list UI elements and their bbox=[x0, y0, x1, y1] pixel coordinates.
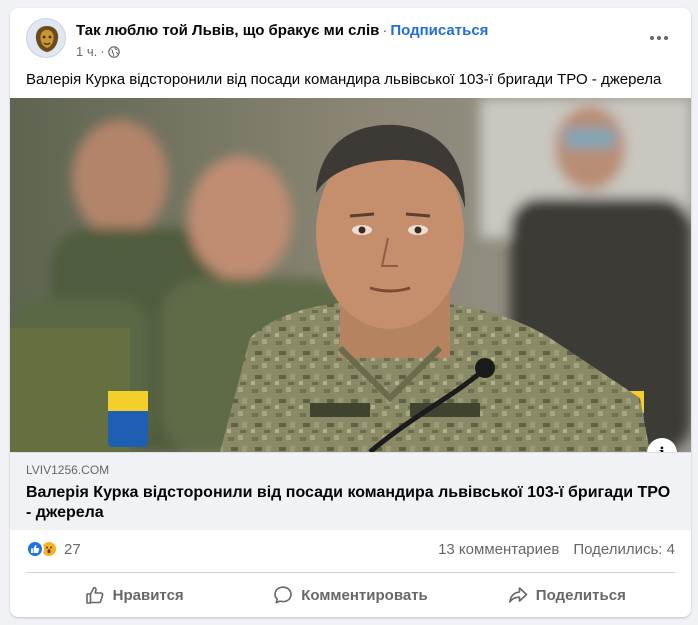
comment-button[interactable]: Комментировать bbox=[242, 577, 458, 613]
like-label: Нравится bbox=[112, 586, 184, 604]
reactions-count: 27 bbox=[64, 540, 81, 558]
more-options-button[interactable] bbox=[645, 24, 673, 52]
comment-bubble-icon bbox=[273, 585, 293, 605]
page-avatar[interactable] bbox=[26, 18, 66, 58]
separator-dot: · bbox=[382, 22, 388, 39]
follow-button[interactable]: Подписаться bbox=[390, 22, 488, 39]
post-timestamp[interactable]: 1 ч. bbox=[76, 44, 97, 59]
more-dots-icon bbox=[650, 36, 668, 40]
military-officer-photo bbox=[10, 98, 691, 452]
actions-divider bbox=[26, 572, 675, 573]
share-arrow-icon bbox=[508, 585, 528, 605]
lion-emblem-icon bbox=[27, 19, 65, 57]
post-actions: Нравится Комментировать Поделиться bbox=[26, 577, 675, 613]
post-header-title: Так люблю той Львів, що бракує ми слів · П… bbox=[76, 22, 488, 39]
info-icon: i bbox=[659, 444, 665, 452]
shares-count-link[interactable]: Поделились: 4 bbox=[573, 541, 675, 558]
like-reaction-icon bbox=[26, 540, 44, 558]
comments-count-link[interactable]: 13 комментариев bbox=[438, 541, 559, 558]
link-preview[interactable]: LVIV1256.COM Валерія Курка відсторонили … bbox=[10, 452, 691, 530]
link-preview-image[interactable]: i bbox=[10, 98, 691, 452]
post-text: Валерія Курка відсторонили від посади ко… bbox=[26, 71, 662, 88]
share-button[interactable]: Поделиться bbox=[459, 577, 675, 613]
engagement-counts: 13 комментариев Поделились: 4 bbox=[438, 541, 675, 558]
page-name-link[interactable]: Так люблю той Львів, що бракує ми слів bbox=[76, 22, 379, 39]
post-meta: 1 ч. · bbox=[76, 44, 120, 59]
post-stats: 27 13 комментариев Поделились: 4 bbox=[26, 540, 675, 564]
post-header: Так люблю той Львів, що бракує ми слів · П… bbox=[26, 18, 677, 62]
share-label: Поделиться bbox=[535, 586, 626, 604]
link-title: Валерія Курка відсторонили від посади ко… bbox=[26, 484, 671, 521]
like-button[interactable]: Нравится bbox=[26, 577, 242, 613]
thumbs-up-icon bbox=[85, 585, 105, 605]
post-card: Так люблю той Львів, що бракує ми слів · П… bbox=[10, 8, 691, 617]
globe-icon bbox=[107, 45, 120, 58]
comment-label: Комментировать bbox=[301, 586, 428, 604]
link-domain: LVIV1256.COM bbox=[26, 463, 110, 477]
reactions-summary[interactable]: 27 bbox=[26, 540, 81, 558]
